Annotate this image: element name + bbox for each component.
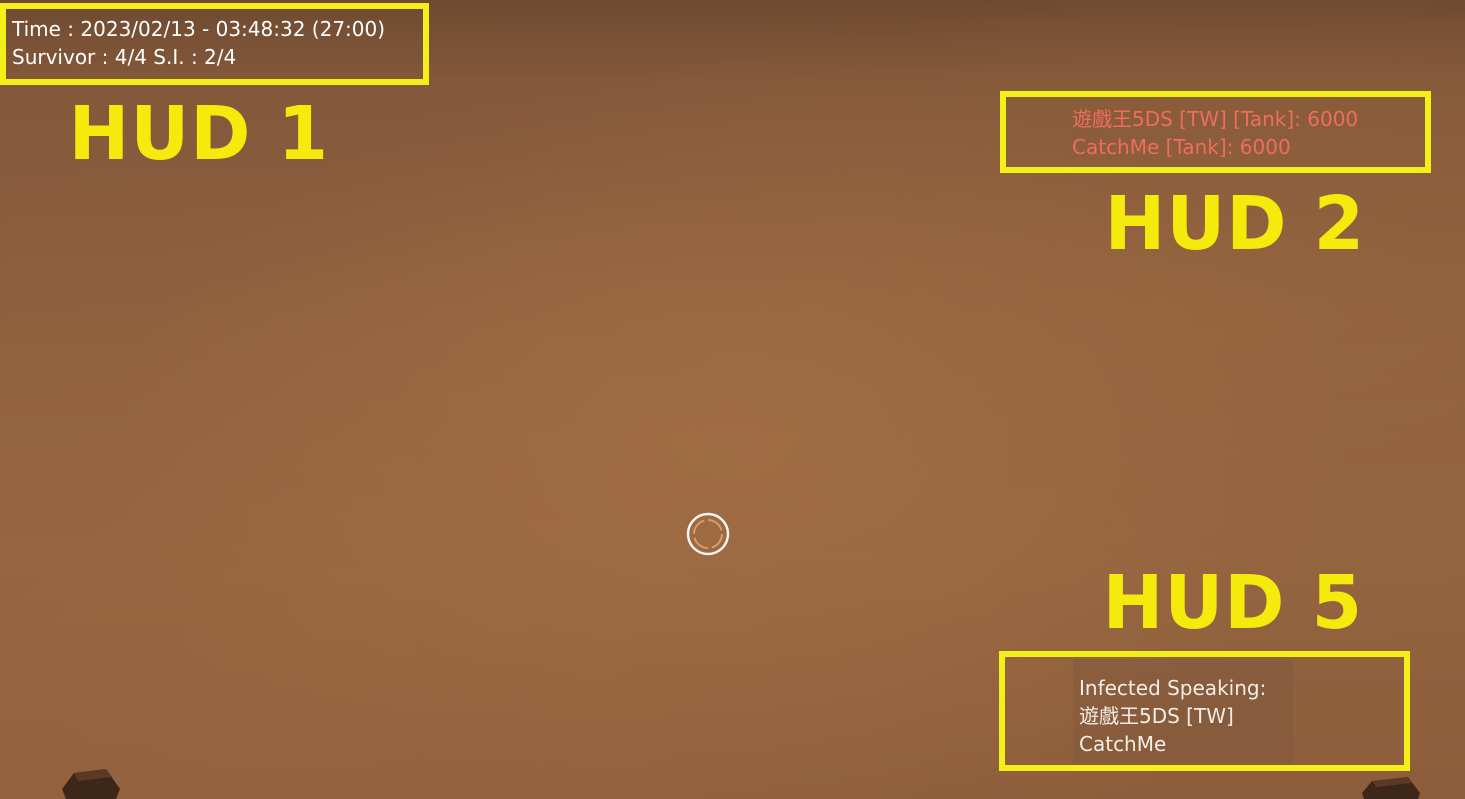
- hud1-text: Time : 2023/02/13 - 03:48:32 (27:00) Sur…: [12, 15, 385, 71]
- tank-hp-line-2: CatchMe [Tank]: 6000: [1072, 135, 1291, 159]
- voice-speaker-1: 遊戲王5DS [TW]: [1079, 704, 1234, 728]
- hud2-label: HUD 2: [1104, 181, 1366, 267]
- time-readout: Time : 2023/02/13 - 03:48:32 (27:00): [12, 17, 386, 41]
- hud1-label: HUD 1: [68, 91, 330, 177]
- hud1-box: Time : 2023/02/13 - 03:48:32 (27:00) Sur…: [0, 3, 429, 85]
- team-count-readout: Survivor : 4/4 S.I. : 2/4: [12, 45, 237, 69]
- lamp-post-right: [1362, 777, 1420, 799]
- voice-header: Infected Speaking:: [1079, 676, 1267, 700]
- crosshair-icon: [686, 512, 730, 556]
- hud2-text: 遊戲王5DS [TW] [Tank]: 6000 CatchMe [Tank]:…: [1072, 105, 1358, 161]
- hud5-box: Infected Speaking: 遊戲王5DS [TW] CatchMe: [999, 651, 1410, 771]
- hud5-label: HUD 5: [1102, 560, 1364, 646]
- hud2-box: 遊戲王5DS [TW] [Tank]: 6000 CatchMe [Tank]:…: [1000, 91, 1431, 173]
- tank-hp-line-1: 遊戲王5DS [TW] [Tank]: 6000: [1072, 107, 1359, 131]
- hud5-text: Infected Speaking: 遊戲王5DS [TW] CatchMe: [1079, 674, 1266, 758]
- voice-speaker-2: CatchMe: [1079, 732, 1167, 756]
- lamp-post-left: [62, 769, 120, 799]
